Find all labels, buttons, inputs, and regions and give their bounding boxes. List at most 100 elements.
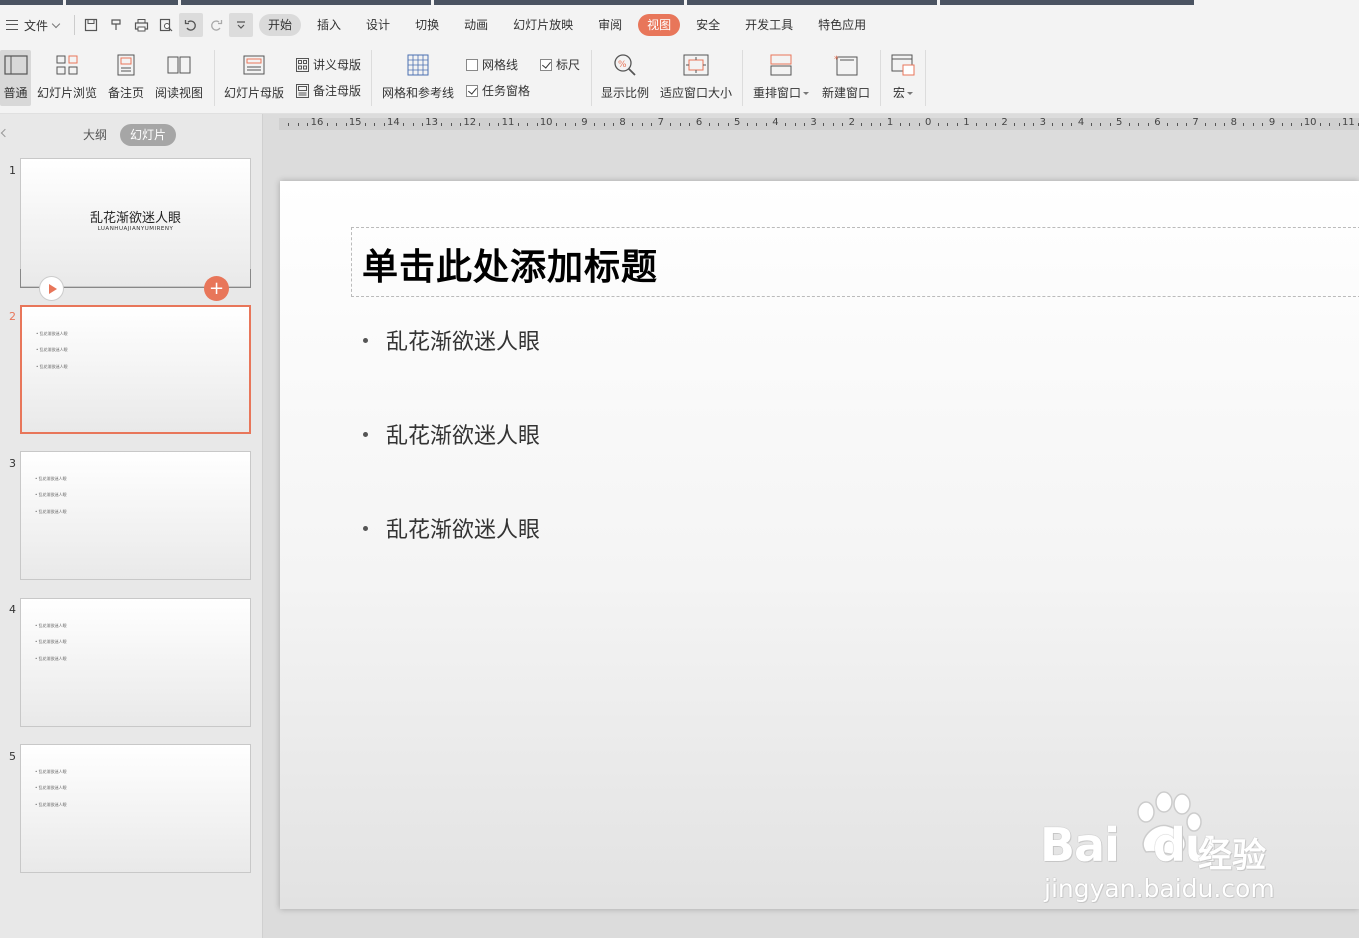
tab-developer[interactable]: 开发工具 [736, 14, 802, 36]
tab-animations[interactable]: 动画 [455, 14, 497, 36]
ruler-label: 6 [695, 118, 703, 128]
gridlines-checkbox[interactable]: 网格线 [466, 56, 518, 73]
slide-number: 2 [9, 310, 16, 323]
ruler-tick [1319, 123, 1321, 126]
undo-button[interactable] [179, 13, 204, 37]
normal-view-button[interactable]: 普通 [0, 50, 31, 106]
play-slideshow-button[interactable] [39, 276, 64, 301]
doc-tab-strip[interactable] [940, 0, 1194, 5]
ruler-tick [1214, 123, 1216, 126]
ruler-tick [937, 123, 939, 126]
print-preview-button[interactable] [154, 13, 178, 37]
doc-tab-strip[interactable] [0, 0, 63, 5]
watermark-url: jingyan.baidu.com [1044, 874, 1275, 903]
task-pane-label: 任务窗格 [482, 84, 531, 98]
slide-thumbnail[interactable]: • 乱花渐欲迷人眼 • 乱花渐欲迷人眼 • 乱花渐欲迷人眼 [20, 744, 251, 873]
checkbox-checked[interactable] [466, 84, 478, 97]
horizontal-ruler[interactable]: 16 15 14 13 12 11 10 9 8 7 6 5 4 3 2 1 0 1 2 3 4 5 6 7 8 9 10 11 [279, 118, 1359, 130]
doc-tab-strip[interactable] [66, 0, 178, 5]
notes-page-button[interactable]: 备注页 [106, 50, 146, 106]
format-painter-button[interactable] [104, 13, 128, 37]
customize-quick-access-button[interactable] [229, 13, 254, 37]
ruler-tick [297, 123, 299, 126]
ruler-label: 2 [848, 118, 855, 128]
tab-transitions[interactable]: 切换 [406, 14, 448, 36]
bullet-dot [363, 431, 368, 437]
slide-bullet[interactable]: 乱花渐欲迷人眼 [363, 324, 540, 356]
handout-master-button[interactable]: 讲义母版 [295, 56, 361, 73]
ruler-tick [804, 123, 806, 126]
redo-button[interactable] [204, 13, 228, 37]
tab-insert[interactable]: 插入 [308, 14, 350, 36]
file-menu-button[interactable]: 文件 [0, 12, 65, 38]
tab-view[interactable]: 视图 [638, 14, 681, 36]
ruler-label: 14 [387, 118, 400, 128]
slide-thumbnail[interactable]: • 乱花渐欲迷人眼 • 乱花渐欲迷人眼 • 乱花渐欲迷人眼 [20, 598, 251, 727]
ruler-label: 7 [657, 118, 664, 128]
ruler-tick [288, 123, 290, 126]
ruler-checkbox[interactable]: 标尺 [540, 56, 580, 73]
doc-tab-strip[interactable] [687, 0, 937, 5]
slide-bullet[interactable]: 乱花渐欲迷人眼 [363, 512, 540, 544]
task-pane-checkbox[interactable]: 任务窗格 [466, 82, 530, 99]
ruler-tick [613, 123, 615, 126]
ruler-tick [670, 123, 672, 126]
ruler-tick [784, 123, 786, 126]
ruler-tick [1061, 123, 1063, 126]
new-window-button[interactable]: * 新建窗口 [820, 50, 872, 106]
tab-special-apps[interactable]: 特色应用 [809, 14, 875, 36]
thumbnail-bullet: • 乱花渐欲迷人眼 [36, 347, 68, 352]
tab-review[interactable]: 审阅 [589, 14, 631, 36]
slide-thumbnail-selected[interactable]: • 乱花渐欲迷人眼 • 乱花渐欲迷人眼 • 乱花渐欲迷人眼 [20, 305, 251, 434]
tab-slideshow[interactable]: 幻灯片放映 [504, 14, 582, 36]
thumbnail-bullet: • 乱花渐欲迷人眼 [36, 331, 68, 336]
ruler-tick [975, 123, 977, 126]
slide-sorter-button[interactable]: 幻灯片浏览 [36, 50, 98, 106]
ruler-tick [374, 123, 376, 126]
ruler-tick [1329, 123, 1331, 126]
tab-outline[interactable]: 大纲 [73, 124, 117, 146]
divider [742, 50, 743, 106]
slide-master-button[interactable]: 幻灯片母版 [223, 50, 285, 106]
ruler-label: 6 [1154, 118, 1161, 128]
ruler-tick [1138, 123, 1140, 126]
reading-view-button[interactable]: 阅读视图 [154, 50, 204, 106]
slide-master-icon [243, 55, 265, 75]
tab-slides[interactable]: 幻灯片 [120, 124, 177, 146]
doc-tab-strip[interactable] [181, 0, 431, 5]
checkbox[interactable] [466, 58, 478, 71]
ruler-tick [679, 123, 681, 126]
ruler-tick [1023, 123, 1025, 126]
ruler-tick [326, 123, 328, 126]
add-slide-button[interactable]: + [204, 276, 229, 301]
tab-home[interactable]: 开始 [259, 14, 302, 36]
new-window-icon: * [834, 55, 858, 76]
collapse-panel-icon[interactable] [0, 128, 10, 138]
doc-tab-strip[interactable] [434, 0, 684, 5]
ruler-tick [1205, 123, 1207, 126]
slide-thumbnail[interactable]: 乱花渐欲迷人眼 LUANHUAJIANYUMIRENY [20, 158, 251, 287]
save-button[interactable] [79, 13, 103, 37]
notes-master-button[interactable]: 备注母版 [295, 82, 361, 99]
notes-page-icon [117, 54, 135, 76]
title-placeholder[interactable]: 单击此处添加标题 [351, 227, 1359, 297]
grid-guides-label: 网格和参考线 [381, 86, 454, 100]
checkbox-checked[interactable] [540, 58, 552, 71]
notes-master-label: 备注母版 [313, 84, 362, 98]
divider [591, 50, 592, 106]
bullet-dot [363, 525, 368, 531]
tab-security[interactable]: 安全 [687, 14, 729, 36]
grid-guides-button[interactable]: 网格和参考线 [380, 50, 456, 106]
ruler-tick [1281, 123, 1283, 126]
ruler-label: 15 [348, 118, 362, 128]
tab-design[interactable]: 设计 [357, 14, 399, 36]
fit-window-button[interactable]: 适应窗口大小 [659, 50, 733, 106]
slide-sorter-icon [56, 55, 78, 75]
slide-bullet[interactable]: 乱花渐欲迷人眼 [363, 418, 540, 450]
zoom-button[interactable]: % 显示比例 [599, 50, 651, 106]
macro-button[interactable]: 宏 [888, 50, 918, 106]
ruler-label: 2 [1001, 118, 1008, 128]
slide-thumbnail[interactable]: • 乱花渐欲迷人眼 • 乱花渐欲迷人眼 • 乱花渐欲迷人眼 [20, 451, 251, 580]
arrange-windows-button[interactable]: 重排窗口 [751, 50, 811, 106]
print-button[interactable] [129, 13, 153, 37]
